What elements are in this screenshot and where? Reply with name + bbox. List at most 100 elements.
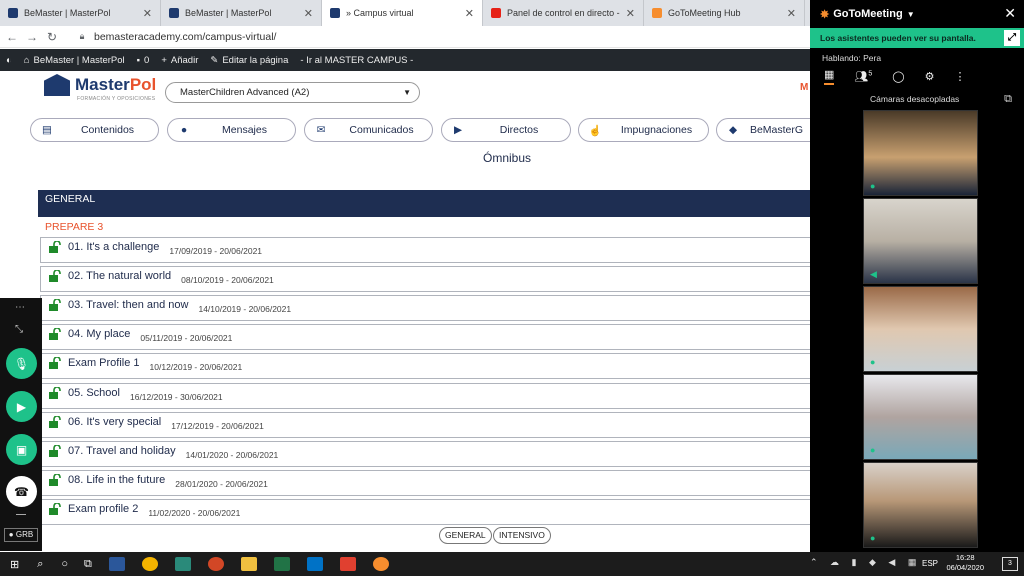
cameras-label: Cámaras desacopladas ⧉	[870, 92, 1012, 106]
microphone-icon: ●	[870, 357, 876, 367]
unlock-icon	[49, 241, 61, 253]
lesson-dates: 08/10/2019 - 20/06/2021	[181, 275, 274, 286]
app-icon[interactable]	[339, 557, 356, 571]
forward-icon[interactable]: →	[24, 30, 40, 44]
reload-icon[interactable]: ↻	[44, 30, 60, 44]
comment-icon: ▪	[136, 54, 141, 66]
back-icon[interactable]: ←	[4, 30, 20, 44]
lesson-row[interactable]: Exam profile 2 11/02/2020 - 20/06/2021	[40, 498, 810, 525]
chat-icon[interactable]: ◯	[892, 70, 904, 83]
chat-icon: ●	[180, 124, 188, 136]
lesson-title: Exam profile 2	[68, 502, 139, 515]
video-thumbnail[interactable]: ◀	[863, 198, 978, 284]
more-icon[interactable]: ⋮	[954, 70, 965, 83]
browser-tab[interactable]: BeMaster | MasterPol ✕	[0, 0, 161, 26]
nav-button-directos[interactable]: ▶ Directos	[441, 118, 571, 142]
course-select[interactable]: MasterChildren Advanced (A2) ▼	[165, 82, 420, 103]
excel-icon[interactable]	[273, 557, 290, 571]
gotomeeting-icon[interactable]	[372, 557, 389, 571]
lesson-row[interactable]: 06. It's very special 17/12/2019 - 20/06/…	[40, 411, 810, 438]
masterpol-logo[interactable]: MasterPol FORMACIÓN Y OPOSICIONES	[44, 74, 156, 102]
lesson-title: 04. My place	[68, 328, 131, 341]
video-thumbnail[interactable]: ●	[863, 462, 978, 548]
admin-add-link[interactable]: + Añadir	[161, 55, 198, 66]
lesson-row[interactable]: 01. It's a challenge 17/09/2019 - 20/06/2…	[40, 237, 810, 263]
close-tab-icon[interactable]: ✕	[143, 7, 152, 20]
close-icon[interactable]: ✕	[1004, 5, 1016, 22]
close-tab-icon[interactable]: ✕	[465, 7, 474, 20]
intensivo-filter-button[interactable]: INTENSIVO	[493, 527, 551, 544]
admin-campus-link[interactable]: - Ir al MASTER CAMPUS -	[300, 55, 413, 66]
clock[interactable]: 16:28 06/04/2020	[946, 553, 984, 573]
lesson-row[interactable]: 04. My place 05/11/2019 - 20/06/2021	[40, 324, 810, 351]
video-thumbnail[interactable]: ●	[863, 286, 978, 372]
chrome-icon[interactable]	[141, 557, 158, 571]
expand-icon[interactable]: ⤢	[1004, 30, 1020, 46]
url-field[interactable]: bemasteracademy.com/campus-virtual/	[94, 31, 276, 43]
close-tab-icon[interactable]: ✕	[626, 7, 635, 20]
microphone-button[interactable]: 🎙︎	[6, 348, 37, 379]
close-tab-icon[interactable]: ✕	[304, 7, 313, 20]
lesson-dates: 16/12/2019 - 30/06/2021	[129, 391, 223, 402]
settings-icon[interactable]: ⚙	[925, 70, 935, 83]
admin-site-link[interactable]: ⌂ BeMaster | MasterPol	[24, 55, 125, 66]
meeting-controls: ⋯ ⤡ 🎙︎ ▶ ▣ ☎ ● GRB	[0, 298, 42, 551]
unlock-icon	[49, 386, 61, 399]
task-view-icon[interactable]: ⧉	[84, 558, 92, 571]
video-thumbnail[interactable]: ●	[863, 110, 978, 196]
lesson-dates: 14/10/2019 - 20/06/2021	[198, 304, 292, 315]
notifications-icon[interactable]: 3	[1002, 557, 1018, 571]
language-indicator[interactable]: ESP	[922, 559, 938, 568]
admin-edit-link[interactable]: ✎ Editar la página	[210, 55, 288, 66]
browser-tab[interactable]: BeMaster | MasterPol ✕	[161, 0, 322, 26]
unlock-icon	[49, 502, 61, 515]
video-thumbnail[interactable]: ●	[863, 374, 978, 460]
browser-tab[interactable]: » Campus virtual ✕	[322, 0, 483, 26]
unlock-icon	[49, 415, 61, 428]
folder-icon[interactable]	[240, 557, 257, 571]
admin-comments-link[interactable]: ▪ 0	[137, 55, 150, 66]
microphone-icon: 🎙︎	[13, 356, 30, 371]
brand-menu[interactable]: GoToMeeting	[833, 8, 902, 20]
hangup-icon: ☎	[14, 484, 29, 499]
windows-start-icon[interactable]: ⊞	[10, 558, 19, 571]
app-icon[interactable]	[174, 557, 191, 571]
nav-button-bemasterg[interactable]: ◆ BeMasterG	[716, 118, 810, 142]
browser-tab[interactable]: GoToMeeting Hub ✕	[644, 0, 805, 26]
drag-handle-icon[interactable]: ⋯	[15, 302, 26, 313]
popout-icon[interactable]: ⧉	[1004, 93, 1012, 106]
lesson-dates: 28/01/2020 - 20/06/2021	[175, 478, 268, 489]
system-tray: ⌃ ☁ ▮ ◆ ◀ ▦	[810, 557, 922, 567]
nav-button-mensajes[interactable]: ● Mensajes	[167, 118, 296, 142]
outlook-icon[interactable]	[306, 557, 323, 571]
search-icon[interactable]: ⌕	[37, 558, 43, 571]
speaker-icon: ◀	[870, 269, 877, 279]
lesson-row[interactable]: Exam Profile 1 10/12/2019 - 20/06/2021	[40, 353, 810, 380]
nav-button-contenidos[interactable]: ▤ Contenidos	[30, 118, 159, 142]
cortana-icon[interactable]: ○	[61, 558, 68, 570]
lesson-row[interactable]: 07. Travel and holiday 14/01/2020 - 20/06…	[40, 440, 810, 467]
word-icon[interactable]	[108, 557, 125, 571]
leave-meeting-button[interactable]: ☎	[6, 476, 37, 507]
recording-button[interactable]: ● GRB	[4, 528, 38, 542]
unlock-icon	[49, 357, 61, 370]
powerpoint-icon[interactable]	[207, 557, 224, 571]
browser-tab[interactable]: Panel de control en directo - You✕	[483, 0, 644, 26]
lesson-row[interactable]: 03. Travel: then and now 14/10/2019 - 20/…	[40, 295, 810, 322]
close-tab-icon[interactable]: ✕	[787, 7, 796, 20]
lesson-row[interactable]: 08. Life in the future 28/01/2020 - 20/06…	[40, 469, 810, 496]
camera-button[interactable]: ▶	[6, 391, 37, 422]
favicon-icon	[169, 8, 179, 18]
lesson-row[interactable]: 02. The natural world 08/10/2019 - 20/06/…	[40, 266, 810, 293]
nav-button-comunicados[interactable]: ✉ Comunicados	[304, 118, 433, 142]
general-filter-button[interactable]: GENERAL	[439, 527, 492, 544]
chevron-down-icon: ▼	[906, 9, 915, 19]
lesson-row[interactable]: 05. School 16/12/2019 - 30/06/2021	[40, 382, 810, 409]
screen-share-button[interactable]: ▣	[6, 434, 37, 465]
grid-view-icon[interactable]: ▦	[824, 68, 835, 85]
wp-logo-icon[interactable]: ◐	[6, 55, 12, 66]
unlock-icon	[49, 270, 61, 283]
collapse-icon[interactable]: ⤡	[15, 324, 23, 335]
attendees-icon[interactable]: 👥︎5	[854, 70, 872, 83]
nav-button-impugnaciones[interactable]: ☝ Impugnaciones	[578, 118, 709, 142]
